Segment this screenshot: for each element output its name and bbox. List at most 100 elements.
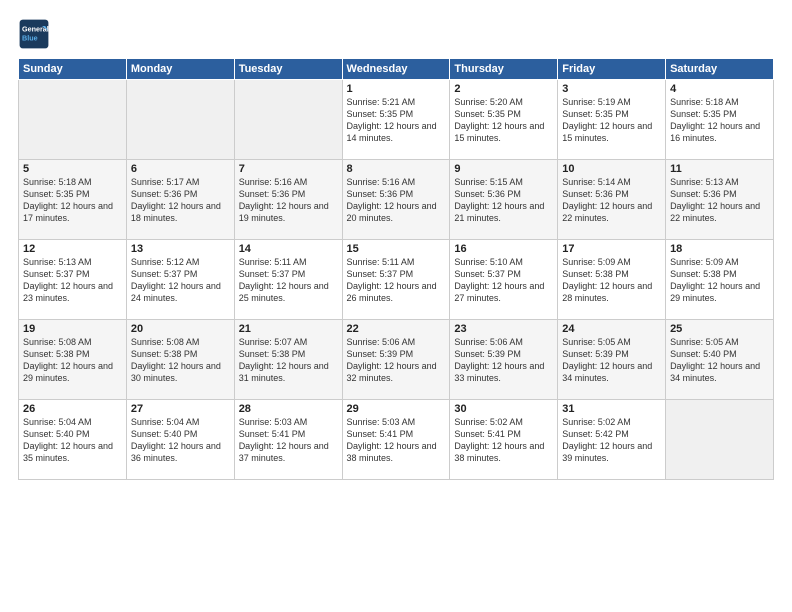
logo-icon: General Blue (18, 18, 50, 50)
day-number: 16 (454, 243, 553, 255)
day-cell: 8 Sunrise: 5:16 AM Sunset: 5:36 PM Dayli… (342, 160, 450, 240)
week-row-4: 19 Sunrise: 5:08 AM Sunset: 5:38 PM Dayl… (19, 320, 774, 400)
cell-content: Sunrise: 5:02 AM Sunset: 5:42 PM Dayligh… (562, 416, 661, 465)
day-cell: 30 Sunrise: 5:02 AM Sunset: 5:41 PM Dayl… (450, 400, 558, 480)
header: General Blue (18, 18, 774, 50)
cell-content: Sunrise: 5:13 AM Sunset: 5:37 PM Dayligh… (23, 256, 122, 305)
day-number: 4 (670, 83, 769, 95)
cell-content: Sunrise: 5:05 AM Sunset: 5:40 PM Dayligh… (670, 336, 769, 385)
day-number: 24 (562, 323, 661, 335)
day-cell: 26 Sunrise: 5:04 AM Sunset: 5:40 PM Dayl… (19, 400, 127, 480)
day-cell: 17 Sunrise: 5:09 AM Sunset: 5:38 PM Dayl… (558, 240, 666, 320)
day-cell: 14 Sunrise: 5:11 AM Sunset: 5:37 PM Dayl… (234, 240, 342, 320)
day-cell (234, 80, 342, 160)
day-number: 1 (347, 83, 446, 95)
day-cell (19, 80, 127, 160)
day-number: 23 (454, 323, 553, 335)
day-cell: 21 Sunrise: 5:07 AM Sunset: 5:38 PM Dayl… (234, 320, 342, 400)
weekday-header-thursday: Thursday (450, 59, 558, 80)
day-number: 8 (347, 163, 446, 175)
day-cell: 12 Sunrise: 5:13 AM Sunset: 5:37 PM Dayl… (19, 240, 127, 320)
day-number: 2 (454, 83, 553, 95)
day-cell: 7 Sunrise: 5:16 AM Sunset: 5:36 PM Dayli… (234, 160, 342, 240)
weekday-header-wednesday: Wednesday (342, 59, 450, 80)
day-number: 29 (347, 403, 446, 415)
cell-content: Sunrise: 5:15 AM Sunset: 5:36 PM Dayligh… (454, 176, 553, 225)
cell-content: Sunrise: 5:06 AM Sunset: 5:39 PM Dayligh… (454, 336, 553, 385)
day-number: 7 (239, 163, 338, 175)
day-number: 28 (239, 403, 338, 415)
day-number: 26 (23, 403, 122, 415)
cell-content: Sunrise: 5:04 AM Sunset: 5:40 PM Dayligh… (23, 416, 122, 465)
day-cell: 2 Sunrise: 5:20 AM Sunset: 5:35 PM Dayli… (450, 80, 558, 160)
cell-content: Sunrise: 5:18 AM Sunset: 5:35 PM Dayligh… (23, 176, 122, 225)
cell-content: Sunrise: 5:03 AM Sunset: 5:41 PM Dayligh… (347, 416, 446, 465)
day-number: 22 (347, 323, 446, 335)
cell-content: Sunrise: 5:21 AM Sunset: 5:35 PM Dayligh… (347, 96, 446, 145)
weekday-header-row: SundayMondayTuesdayWednesdayThursdayFrid… (19, 59, 774, 80)
day-cell: 24 Sunrise: 5:05 AM Sunset: 5:39 PM Dayl… (558, 320, 666, 400)
day-cell: 29 Sunrise: 5:03 AM Sunset: 5:41 PM Dayl… (342, 400, 450, 480)
cell-content: Sunrise: 5:14 AM Sunset: 5:36 PM Dayligh… (562, 176, 661, 225)
svg-text:General: General (22, 25, 49, 34)
cell-content: Sunrise: 5:11 AM Sunset: 5:37 PM Dayligh… (239, 256, 338, 305)
day-cell: 6 Sunrise: 5:17 AM Sunset: 5:36 PM Dayli… (126, 160, 234, 240)
day-number: 19 (23, 323, 122, 335)
day-cell: 28 Sunrise: 5:03 AM Sunset: 5:41 PM Dayl… (234, 400, 342, 480)
cell-content: Sunrise: 5:10 AM Sunset: 5:37 PM Dayligh… (454, 256, 553, 305)
day-cell: 25 Sunrise: 5:05 AM Sunset: 5:40 PM Dayl… (666, 320, 774, 400)
day-number: 17 (562, 243, 661, 255)
day-number: 9 (454, 163, 553, 175)
cell-content: Sunrise: 5:08 AM Sunset: 5:38 PM Dayligh… (131, 336, 230, 385)
week-row-1: 1 Sunrise: 5:21 AM Sunset: 5:35 PM Dayli… (19, 80, 774, 160)
day-cell: 15 Sunrise: 5:11 AM Sunset: 5:37 PM Dayl… (342, 240, 450, 320)
day-number: 21 (239, 323, 338, 335)
day-number: 6 (131, 163, 230, 175)
day-number: 11 (670, 163, 769, 175)
weekday-header-friday: Friday (558, 59, 666, 80)
day-number: 13 (131, 243, 230, 255)
cell-content: Sunrise: 5:03 AM Sunset: 5:41 PM Dayligh… (239, 416, 338, 465)
cell-content: Sunrise: 5:07 AM Sunset: 5:38 PM Dayligh… (239, 336, 338, 385)
cell-content: Sunrise: 5:06 AM Sunset: 5:39 PM Dayligh… (347, 336, 446, 385)
day-cell: 11 Sunrise: 5:13 AM Sunset: 5:36 PM Dayl… (666, 160, 774, 240)
day-cell: 23 Sunrise: 5:06 AM Sunset: 5:39 PM Dayl… (450, 320, 558, 400)
cell-content: Sunrise: 5:16 AM Sunset: 5:36 PM Dayligh… (239, 176, 338, 225)
week-row-3: 12 Sunrise: 5:13 AM Sunset: 5:37 PM Dayl… (19, 240, 774, 320)
calendar-page: General Blue SundayMondayTuesdayWednesda… (0, 0, 792, 612)
cell-content: Sunrise: 5:09 AM Sunset: 5:38 PM Dayligh… (562, 256, 661, 305)
weekday-header-tuesday: Tuesday (234, 59, 342, 80)
weekday-header-saturday: Saturday (666, 59, 774, 80)
day-number: 25 (670, 323, 769, 335)
day-cell: 31 Sunrise: 5:02 AM Sunset: 5:42 PM Dayl… (558, 400, 666, 480)
day-number: 10 (562, 163, 661, 175)
cell-content: Sunrise: 5:09 AM Sunset: 5:38 PM Dayligh… (670, 256, 769, 305)
day-number: 27 (131, 403, 230, 415)
day-number: 5 (23, 163, 122, 175)
day-number: 31 (562, 403, 661, 415)
day-cell: 19 Sunrise: 5:08 AM Sunset: 5:38 PM Dayl… (19, 320, 127, 400)
cell-content: Sunrise: 5:05 AM Sunset: 5:39 PM Dayligh… (562, 336, 661, 385)
day-cell (666, 400, 774, 480)
day-number: 30 (454, 403, 553, 415)
week-row-5: 26 Sunrise: 5:04 AM Sunset: 5:40 PM Dayl… (19, 400, 774, 480)
cell-content: Sunrise: 5:12 AM Sunset: 5:37 PM Dayligh… (131, 256, 230, 305)
cell-content: Sunrise: 5:13 AM Sunset: 5:36 PM Dayligh… (670, 176, 769, 225)
day-number: 3 (562, 83, 661, 95)
day-cell: 5 Sunrise: 5:18 AM Sunset: 5:35 PM Dayli… (19, 160, 127, 240)
cell-content: Sunrise: 5:08 AM Sunset: 5:38 PM Dayligh… (23, 336, 122, 385)
cell-content: Sunrise: 5:18 AM Sunset: 5:35 PM Dayligh… (670, 96, 769, 145)
cell-content: Sunrise: 5:17 AM Sunset: 5:36 PM Dayligh… (131, 176, 230, 225)
cell-content: Sunrise: 5:11 AM Sunset: 5:37 PM Dayligh… (347, 256, 446, 305)
day-cell: 27 Sunrise: 5:04 AM Sunset: 5:40 PM Dayl… (126, 400, 234, 480)
day-number: 20 (131, 323, 230, 335)
day-cell: 22 Sunrise: 5:06 AM Sunset: 5:39 PM Dayl… (342, 320, 450, 400)
weekday-header-monday: Monday (126, 59, 234, 80)
day-cell (126, 80, 234, 160)
day-cell: 20 Sunrise: 5:08 AM Sunset: 5:38 PM Dayl… (126, 320, 234, 400)
day-cell: 16 Sunrise: 5:10 AM Sunset: 5:37 PM Dayl… (450, 240, 558, 320)
day-cell: 18 Sunrise: 5:09 AM Sunset: 5:38 PM Dayl… (666, 240, 774, 320)
day-number: 15 (347, 243, 446, 255)
day-number: 18 (670, 243, 769, 255)
day-number: 14 (239, 243, 338, 255)
